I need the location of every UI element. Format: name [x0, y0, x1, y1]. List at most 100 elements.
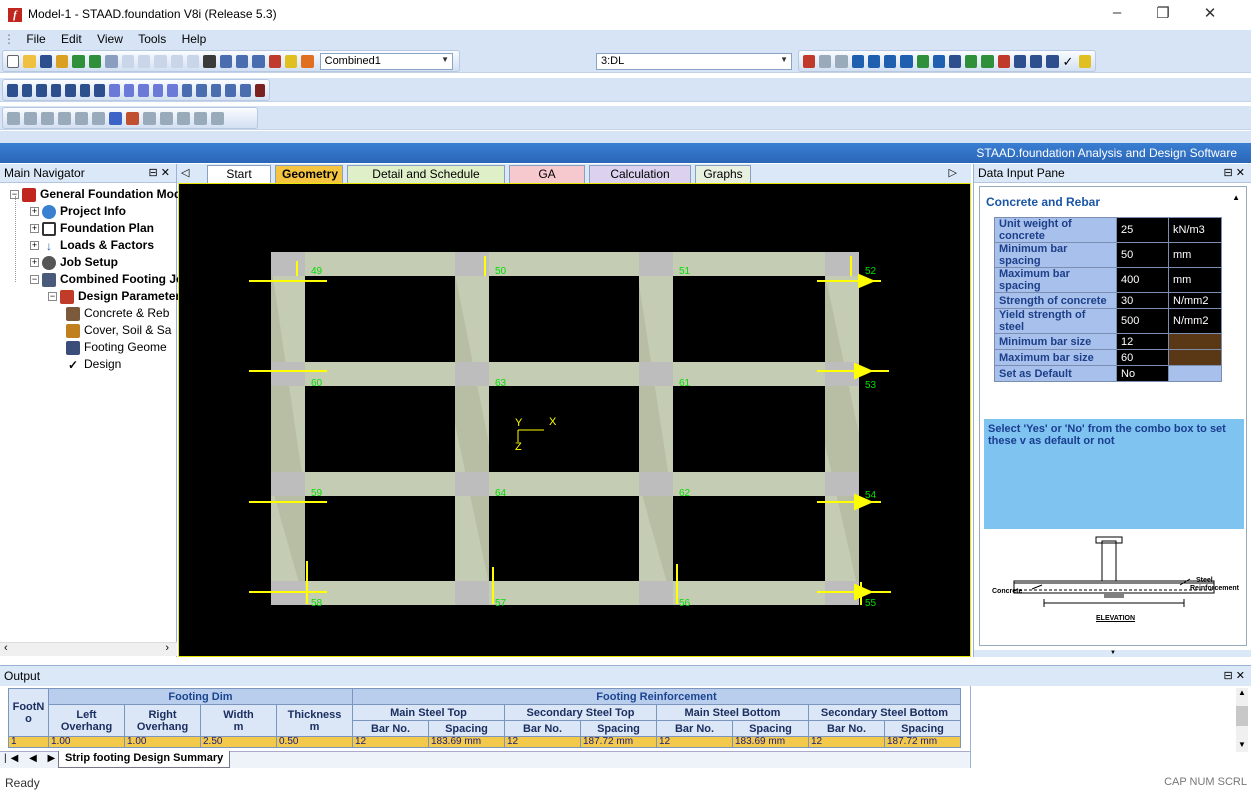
view-bottom-icon[interactable]: [94, 83, 105, 97]
select-support-icon[interactable]: [75, 111, 88, 125]
print-preview-icon[interactable]: [219, 54, 232, 68]
select-pile-icon[interactable]: [126, 111, 139, 125]
plan-icon[interactable]: [72, 54, 85, 68]
reaction-icon[interactable]: [867, 54, 881, 68]
panel-pin-close-icon[interactable]: ⊟ ✕: [1224, 669, 1246, 682]
menu-file[interactable]: File: [20, 30, 51, 48]
new-file-icon[interactable]: [7, 54, 20, 68]
spin-left-icon[interactable]: [152, 83, 164, 97]
camera-icon[interactable]: [203, 54, 216, 68]
save-icon[interactable]: [39, 54, 53, 68]
select-node-icon[interactable]: [24, 111, 37, 125]
scroll-thumb[interactable]: [1236, 706, 1248, 726]
tree-item-job-setup[interactable]: + Job Setup: [30, 254, 118, 271]
tree-item-design-parameter[interactable]: − Design Parameter: [48, 288, 180, 305]
window-icon[interactable]: [268, 54, 281, 68]
param-value[interactable]: 50: [1116, 242, 1169, 268]
footing-icon[interactable]: [916, 54, 929, 68]
scroll-down-icon[interactable]: ▼: [974, 650, 1251, 657]
node-load-icon[interactable]: [835, 54, 848, 68]
tab-calculation-sheet[interactable]: Calculation Sheet: [589, 165, 691, 197]
expand-icon[interactable]: +: [30, 224, 39, 234]
rotate-y-icon[interactable]: [123, 83, 135, 97]
panel-pin-close-icon[interactable]: ⊟ ✕: [149, 166, 171, 179]
check-icon[interactable]: ✓: [1063, 55, 1075, 68]
zoom-all-icon[interactable]: [225, 83, 236, 97]
tab-scroll-left-icon[interactable]: ◁: [181, 166, 189, 179]
table-row[interactable]: 1 1.00 1.00 2.50 0.50 12 183.69 mm 12 18…: [8, 736, 961, 748]
load-case-select[interactable]: 3:DL ▼: [596, 52, 792, 70]
graph-icon[interactable]: [981, 54, 994, 68]
cut-icon[interactable]: [121, 54, 134, 68]
view-top-icon[interactable]: [79, 83, 91, 97]
paste-icon[interactable]: [154, 54, 167, 68]
tree-item-foundation-plan[interactable]: + Foundation Plan: [30, 220, 154, 237]
copy-icon[interactable]: [137, 54, 151, 68]
tree-item-project-info[interactable]: + Project Info: [30, 203, 126, 220]
load-icon[interactable]: [803, 54, 816, 68]
scroll-right-icon[interactable]: ›: [165, 642, 169, 654]
tab-detail-schedule[interactable]: Detail and Schedule Drawing: [347, 165, 505, 197]
print-icon[interactable]: [252, 54, 265, 68]
menu-help[interactable]: Help: [176, 30, 213, 48]
tab-geometry[interactable]: Geometry: [275, 165, 343, 183]
maximize-button[interactable]: ❐: [1143, 4, 1183, 22]
output-scrollbar[interactable]: ▲ ▼: [1236, 688, 1248, 752]
help-icon[interactable]: [284, 54, 298, 68]
select-circle-icon[interactable]: [194, 111, 207, 125]
redo-icon[interactable]: [186, 54, 200, 68]
moment-icon[interactable]: [884, 54, 897, 68]
view-back-icon[interactable]: [36, 83, 47, 97]
zoom-in-icon[interactable]: [181, 83, 193, 97]
collapse-icon[interactable]: −: [30, 275, 39, 285]
select-plate-icon[interactable]: [58, 111, 71, 125]
grid-icon[interactable]: [88, 54, 102, 68]
open-folder-icon[interactable]: [23, 54, 36, 68]
expand-icon[interactable]: +: [30, 258, 39, 268]
support-icon[interactable]: [851, 54, 864, 68]
param-value[interactable]: 60: [1116, 349, 1169, 366]
scroll-up-icon[interactable]: ▲: [1232, 193, 1240, 202]
param-value[interactable]: 25: [1116, 217, 1169, 243]
rotate-x-icon[interactable]: [108, 83, 120, 97]
sheet-tab-strip-footing[interactable]: Strip footing Design Summary: [58, 751, 231, 768]
menu-tools[interactable]: Tools: [132, 30, 172, 48]
scroll-down-icon[interactable]: ▼: [1238, 740, 1246, 749]
flag-icon[interactable]: [997, 54, 1010, 68]
chart-icon[interactable]: [965, 54, 978, 68]
select-mat-icon[interactable]: [143, 111, 156, 125]
zoom-out-icon[interactable]: [196, 83, 207, 97]
report-icon[interactable]: [235, 54, 249, 68]
tree-item-cover-soil[interactable]: Cover, Soil & Sa: [66, 322, 171, 339]
select-all-icon[interactable]: [211, 111, 224, 125]
sheet-icon[interactable]: [1046, 54, 1059, 68]
select-footing-icon[interactable]: [92, 111, 105, 125]
select-polygon-icon[interactable]: [177, 111, 190, 125]
tree-item-concrete-rebar[interactable]: Concrete & Reb: [66, 305, 169, 322]
scroll-left-icon[interactable]: ‹: [4, 642, 8, 654]
select-column-icon[interactable]: [109, 111, 122, 125]
view-front-icon[interactable]: [21, 83, 33, 97]
tree-item-general[interactable]: − General Foundation Mod: [10, 186, 181, 203]
set-default-select[interactable]: No: [1116, 365, 1169, 382]
param-value[interactable]: 30: [1116, 292, 1169, 309]
tab-scroll-right-icon[interactable]: ▷: [949, 166, 957, 179]
param-value[interactable]: 500: [1116, 308, 1169, 334]
menu-view[interactable]: View: [91, 30, 129, 48]
select-member-icon[interactable]: [41, 111, 54, 125]
scroll-up-icon[interactable]: ▲: [1238, 688, 1246, 697]
select-region-icon[interactable]: [160, 111, 173, 125]
view-iso-icon[interactable]: [7, 83, 18, 97]
foundation-icon[interactable]: [56, 54, 69, 68]
param-value[interactable]: 12: [1116, 333, 1169, 350]
collapse-icon[interactable]: −: [48, 292, 57, 302]
spin-right-icon[interactable]: [167, 83, 178, 97]
menu-edit[interactable]: Edit: [55, 30, 88, 48]
column-icon[interactable]: [900, 54, 913, 68]
tab-start-page[interactable]: Start Page: [207, 165, 271, 197]
undo-icon[interactable]: [170, 54, 183, 68]
gs-icon[interactable]: [1078, 54, 1091, 68]
select-icon[interactable]: [7, 111, 20, 125]
load-combination-select[interactable]: Combined1 ▼: [319, 52, 454, 70]
display-grid-icon[interactable]: [254, 83, 266, 97]
